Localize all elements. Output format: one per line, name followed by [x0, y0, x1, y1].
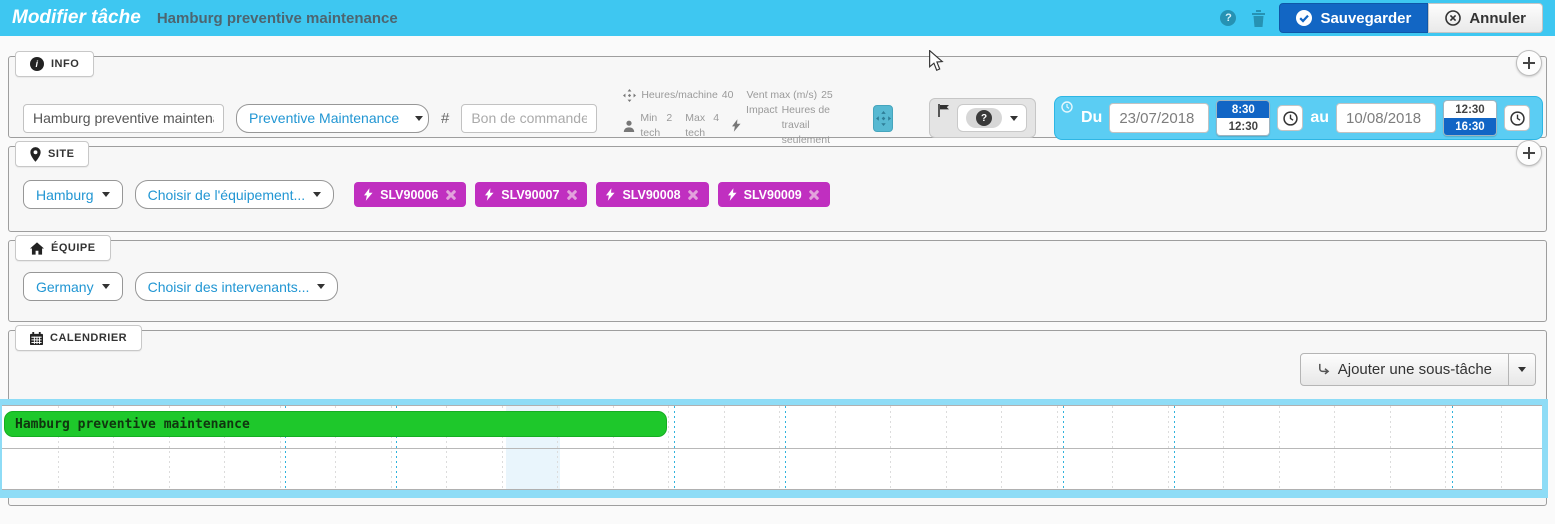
- save-button[interactable]: Sauvegarder: [1279, 3, 1428, 33]
- tab-info: i INFO: [15, 51, 94, 77]
- priority-badge: ?: [976, 110, 992, 126]
- to-start-time[interactable]: 12:30: [1444, 101, 1496, 118]
- from-date-input[interactable]: [1109, 103, 1209, 133]
- remove-tag-icon[interactable]: [688, 189, 699, 200]
- help-icon[interactable]: ?: [1219, 9, 1237, 27]
- priority-group: ?: [929, 98, 1036, 138]
- to-end-time[interactable]: 16:30: [1444, 118, 1496, 135]
- equipment-tag: SLV90008: [596, 182, 708, 207]
- cancel-button[interactable]: Annuler: [1428, 3, 1543, 33]
- flag-icon: [938, 104, 950, 117]
- bolt-icon: [485, 188, 494, 201]
- move-icon: [876, 111, 891, 126]
- trash-icon[interactable]: [1249, 9, 1267, 27]
- clock-icon: [1510, 111, 1525, 126]
- tab-calendrier: CALENDRIER: [15, 325, 142, 351]
- team-dropdown[interactable]: Germany: [23, 272, 123, 301]
- from-time-stack: 8:30 12:30: [1216, 100, 1270, 136]
- bolt-icon: [606, 188, 615, 201]
- to-label: au: [1310, 109, 1329, 127]
- site-add-button[interactable]: [1516, 140, 1542, 166]
- chevron-down-icon: [1010, 116, 1018, 121]
- remove-tag-icon[interactable]: [445, 189, 456, 200]
- remove-tag-icon[interactable]: [566, 189, 577, 200]
- priority-dropdown[interactable]: ?: [957, 104, 1027, 132]
- equipment-dropdown[interactable]: Choisir de l'équipement...: [135, 180, 335, 209]
- equipment-tag: SLV90007: [475, 182, 587, 207]
- chevron-down-icon: [102, 192, 110, 197]
- mouse-cursor: [928, 50, 944, 72]
- info-icon: i: [30, 57, 44, 71]
- home-icon: [30, 242, 44, 255]
- calendar-section: CALENDRIER Ajouter une sous-tâche Hambur…: [8, 330, 1547, 506]
- order-hash-label: #: [441, 110, 449, 127]
- chevron-down-icon: [102, 284, 110, 289]
- from-label: Du: [1081, 109, 1102, 127]
- map-pin-icon: [30, 147, 41, 162]
- chevron-down-icon: [415, 116, 423, 121]
- equipment-tag: SLV90006: [354, 182, 466, 207]
- bolt-icon: [732, 119, 741, 132]
- task-type-dropdown[interactable]: Preventive Maintenance: [236, 104, 429, 133]
- task-meta-block: Heures/machine40 Vent max (m/s)25 Min te…: [623, 88, 861, 148]
- from-start-time[interactable]: 8:30: [1217, 101, 1269, 118]
- tab-site: SITE: [15, 141, 89, 167]
- site-dropdown[interactable]: Hamburg: [23, 180, 123, 209]
- task-name-heading: Hamburg preventive maintenance: [157, 10, 398, 27]
- info-section: i INFO Preventive Maintenance # Heures/m…: [8, 56, 1547, 138]
- clock-icon: [1283, 111, 1298, 126]
- site-section: SITE Hamburg Choisir de l'équipement... …: [8, 146, 1547, 232]
- task-name-input[interactable]: [23, 104, 224, 133]
- add-subtask-button[interactable]: Ajouter une sous-tâche: [1300, 353, 1509, 386]
- tab-equipe: ÉQUIPE: [15, 235, 111, 261]
- person-icon: [623, 120, 635, 132]
- team-section: ÉQUIPE Germany Choisir des intervenants.…: [8, 240, 1547, 322]
- gantt-chart: Hamburg preventive maintenance: [0, 399, 1548, 498]
- chevron-down-icon: [1518, 367, 1526, 372]
- bolt-icon: [364, 188, 373, 201]
- info-add-button[interactable]: [1516, 50, 1542, 76]
- chevron-down-icon: [317, 284, 325, 289]
- add-subtask-caret-button[interactable]: [1509, 353, 1536, 386]
- gantt-bar[interactable]: Hamburg preventive maintenance: [4, 411, 667, 437]
- move-icon: [623, 89, 636, 102]
- subtask-arrow-icon: [1317, 363, 1330, 376]
- equipment-tag: SLV90009: [718, 182, 830, 207]
- members-dropdown[interactable]: Choisir des intervenants...: [135, 272, 339, 301]
- to-time-stack: 12:30 16:30: [1443, 100, 1497, 136]
- gantt-row-separator: [2, 448, 1542, 449]
- x-circle-icon: [1445, 10, 1461, 26]
- to-time-picker-button[interactable]: [1504, 105, 1530, 131]
- wind-settings-button[interactable]: [873, 105, 893, 132]
- page-title: Modifier tâche: [12, 7, 141, 29]
- date-range-panel: Du 8:30 12:30 au 12:30 16:30: [1054, 96, 1543, 140]
- remove-tag-icon[interactable]: [809, 189, 820, 200]
- clock-icon: [1061, 101, 1073, 113]
- check-circle-icon: [1296, 10, 1312, 26]
- from-end-time[interactable]: 12:30: [1217, 118, 1269, 135]
- bolt-icon: [728, 188, 737, 201]
- calendar-icon: [30, 332, 43, 345]
- add-subtask-split-button: Ajouter une sous-tâche: [1300, 353, 1536, 386]
- equipment-tag-list: SLV90006 SLV90007 SLV90008 SLV90009: [354, 182, 830, 207]
- header-bar: Modifier tâche Hamburg preventive mainte…: [0, 0, 1555, 36]
- from-time-picker-button[interactable]: [1277, 105, 1303, 131]
- chevron-down-icon: [313, 192, 321, 197]
- to-date-input[interactable]: [1336, 103, 1436, 133]
- order-number-input[interactable]: [461, 104, 597, 133]
